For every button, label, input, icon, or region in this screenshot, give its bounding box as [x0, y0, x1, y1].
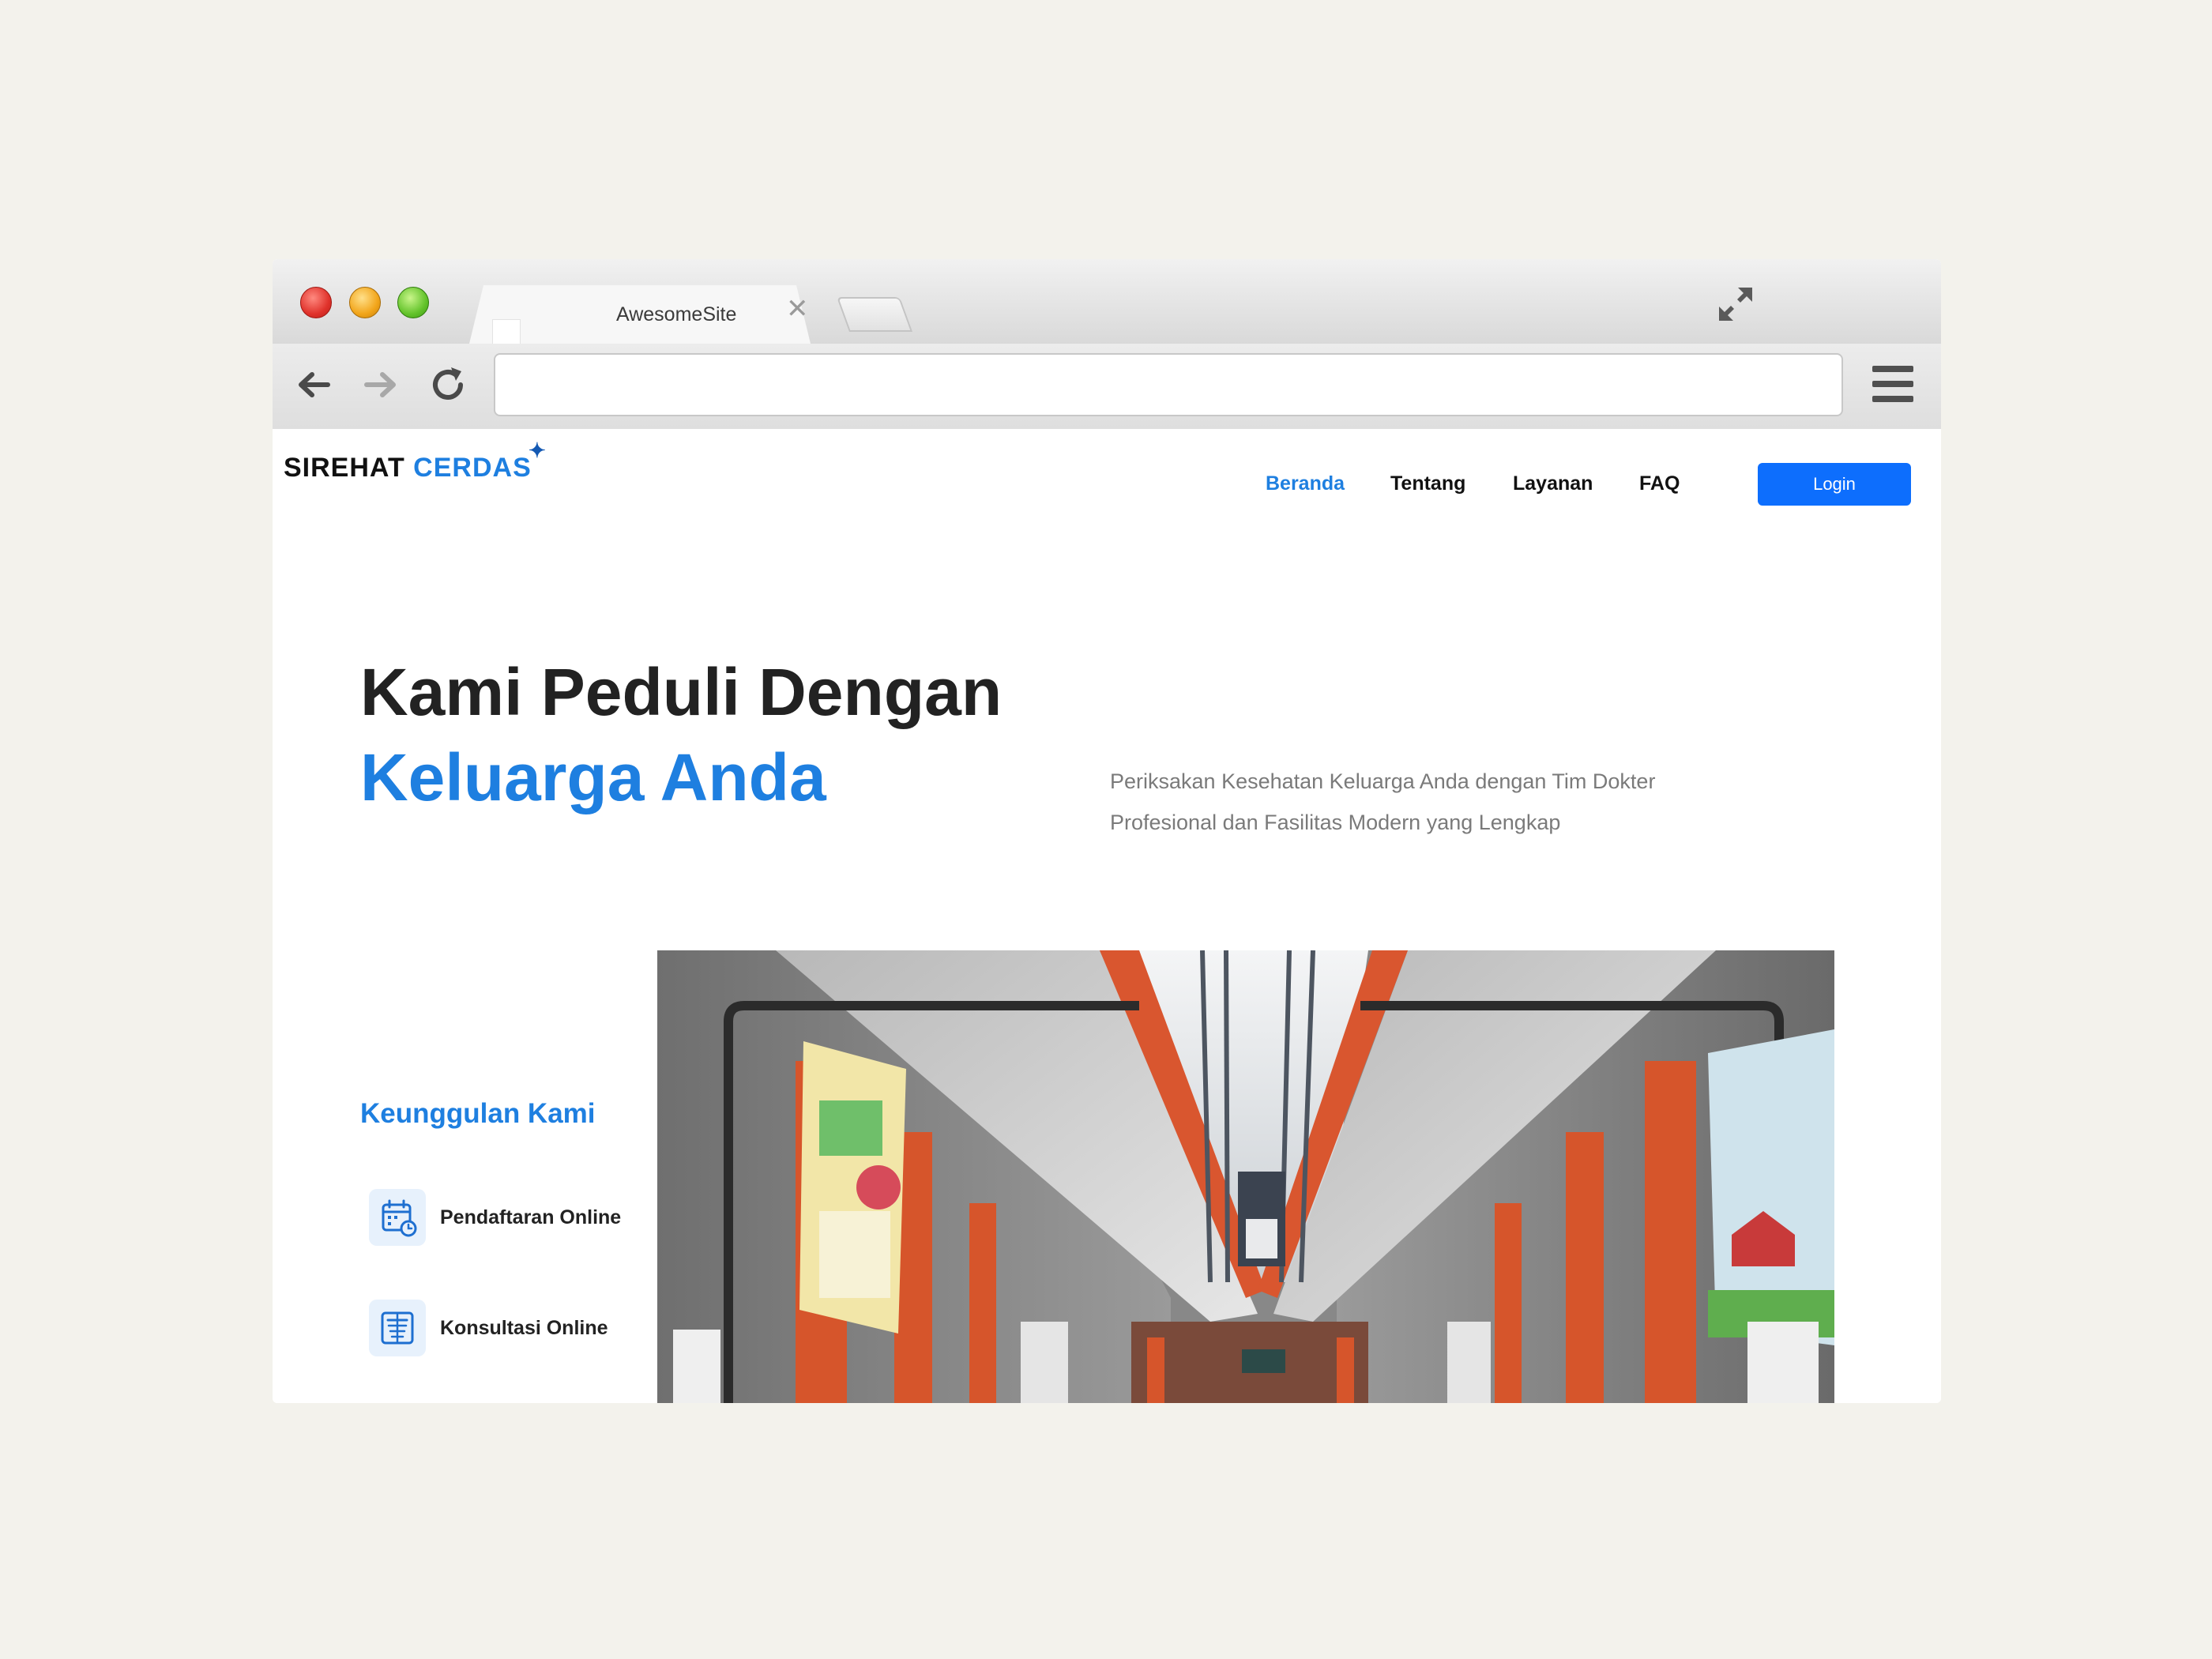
- browser-window: AwesomeSite ✕ SIREHAT CERDAS ✦ Beranda T…: [273, 259, 1941, 1403]
- web-page: SIREHAT CERDAS ✦ Beranda Tentang Layanan…: [273, 429, 1941, 1403]
- maximize-window-button[interactable]: [397, 287, 429, 318]
- site-logo[interactable]: SIREHAT CERDAS ✦: [284, 438, 546, 483]
- menu-icon[interactable]: [1872, 366, 1913, 402]
- minimize-window-button[interactable]: [349, 287, 381, 318]
- logo-text-cerdas: CERDAS: [413, 453, 532, 483]
- document-list-icon: [369, 1300, 426, 1356]
- feature-label-pendaftaran: Pendaftaran Online: [440, 1206, 622, 1228]
- nav-link-tentang[interactable]: Tentang: [1390, 472, 1465, 495]
- tab-title: AwesomeSite: [616, 303, 737, 325]
- nav-link-layanan[interactable]: Layanan: [1513, 472, 1593, 495]
- fullscreen-icon[interactable]: [1714, 283, 1757, 325]
- hero-title-highlight: Keluarga Anda: [360, 740, 826, 814]
- address-bar[interactable]: [494, 353, 1843, 416]
- browser-tab-bar: AwesomeSite ✕: [273, 259, 1941, 344]
- nav-link-beranda[interactable]: Beranda: [1266, 472, 1345, 495]
- advantages-title: Keunggulan Kami: [360, 1098, 596, 1129]
- nav-link-faq[interactable]: FAQ: [1639, 472, 1680, 495]
- feature-label-konsultasi: Konsultasi Online: [440, 1317, 608, 1339]
- logo-text-sirehat: SIREHAT: [284, 453, 405, 483]
- hallway-photo: [657, 950, 1834, 1403]
- new-tab-button[interactable]: [836, 297, 913, 332]
- calendar-clock-icon: [369, 1189, 426, 1246]
- hero-description: Periksakan Kesehatan Keluarga Anda denga…: [1110, 769, 1656, 834]
- close-window-button[interactable]: [300, 287, 332, 318]
- hero-title: Kami Peduli Dengan: [360, 655, 1003, 729]
- browser-toolbar: [273, 344, 1941, 430]
- tab-close-icon[interactable]: ✕: [786, 295, 809, 322]
- back-arrow-icon[interactable]: [290, 361, 337, 408]
- sparkle-icon: ✦: [529, 438, 547, 462]
- login-button[interactable]: Login: [1758, 463, 1911, 506]
- reload-icon[interactable]: [424, 361, 472, 408]
- forward-arrow-icon[interactable]: [357, 361, 404, 408]
